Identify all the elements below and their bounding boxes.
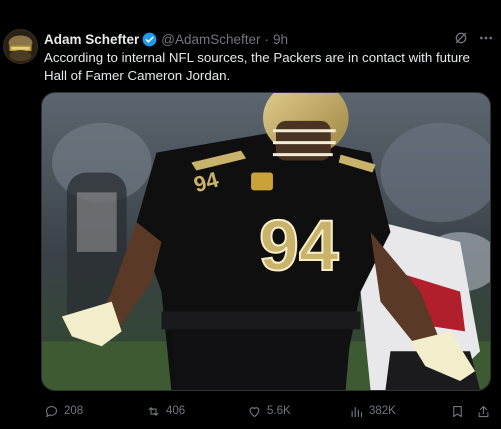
tweet-time[interactable]: 9h <box>273 32 288 47</box>
author-name[interactable]: Adam Schefter <box>44 32 139 47</box>
bookmark-button[interactable] <box>450 402 465 420</box>
tweet-header: Adam Schefter @AdamSchefter · 9h <box>44 30 288 48</box>
tweet-actions: 208 406 5.6K 382K <box>44 402 494 420</box>
views-count: 382K <box>369 405 396 417</box>
tweet[interactable]: Adam Schefter @AdamSchefter · 9h Accordi… <box>0 0 501 429</box>
views-icon <box>351 406 363 417</box>
avatar[interactable] <box>3 29 38 64</box>
views-button[interactable]: 382K <box>349 402 396 420</box>
reply-icon <box>45 405 58 417</box>
grok-icon[interactable] <box>453 30 469 46</box>
like-icon <box>249 406 260 417</box>
share-button[interactable] <box>476 402 491 420</box>
share-icon <box>478 405 489 417</box>
like-count: 5.6K <box>267 405 291 417</box>
repost-button[interactable]: 406 <box>146 402 185 420</box>
reply-count: 208 <box>64 405 84 417</box>
repost-icon <box>148 406 159 416</box>
tweet-image[interactable]: 94 94 <box>41 92 491 391</box>
repost-count: 406 <box>166 405 186 417</box>
reply-button[interactable]: 208 <box>44 402 83 420</box>
like-button[interactable]: 5.6K <box>247 402 291 420</box>
separator: · <box>264 31 270 47</box>
bookmark-icon <box>453 405 462 417</box>
jersey-number: 94 <box>259 206 339 286</box>
more-icon[interactable] <box>478 30 494 46</box>
verified-badge-icon <box>142 32 157 47</box>
author-handle[interactable]: @AdamSchefter <box>161 32 260 47</box>
tweet-text: According to internal NFL sources, the P… <box>44 50 470 83</box>
